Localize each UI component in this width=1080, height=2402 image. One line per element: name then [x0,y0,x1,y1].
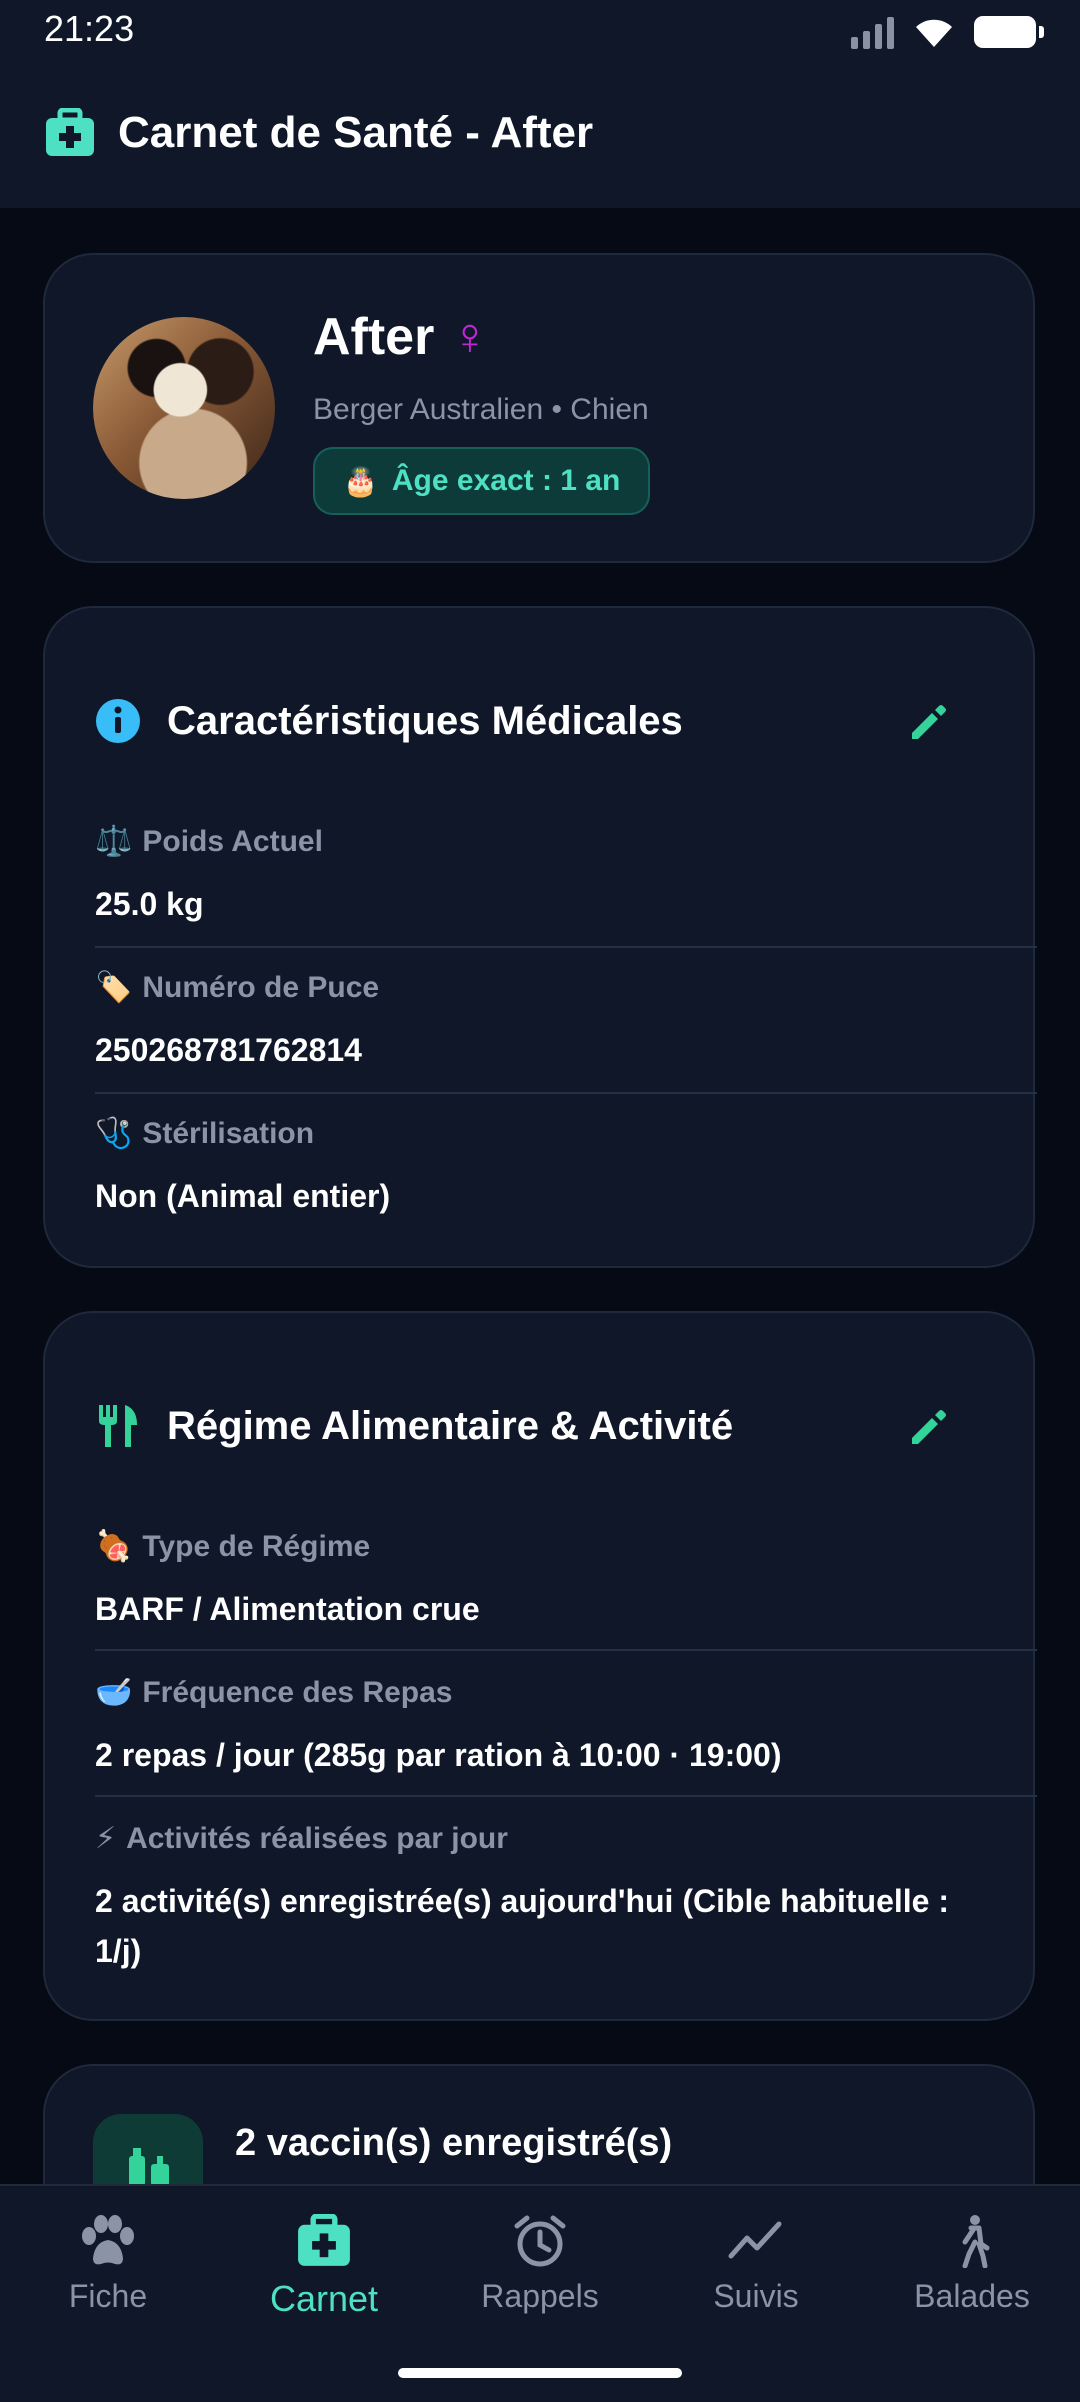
pencil-icon [912,1410,946,1444]
female-icon: ♀ [450,308,490,366]
status-icons [851,10,1044,54]
bowl-icon: 🥣 [95,1676,133,1709]
pet-name-row: After ♀ [313,307,489,367]
field-value: 250268781762814 [95,1032,362,1068]
nav-suivis[interactable]: Suivis [648,2214,864,2315]
field-value: Non (Animal entier) [95,1178,391,1214]
pet-name: After [313,308,435,366]
cake-icon: 🎂 [343,465,378,497]
age-badge: 🎂 Âge exact : 1 an [313,447,651,515]
divider [95,946,1037,948]
field-value: BARF / Alimentation crue [95,1591,480,1627]
stethoscope-icon: 🩺 [95,1117,133,1150]
edit-diet-button[interactable] [903,1403,953,1453]
pet-avatar [93,317,275,499]
nav-label: Rappels [481,2278,599,2314]
field-value: 25.0 kg [95,886,204,922]
field-meal-frequency: 🥣 Fréquence des Repas 2 repas / jour (28… [95,1675,987,1780]
field-sterilization: 🩺 Stérilisation Non (Animal entier) [95,1116,987,1221]
medical-title: Caractéristiques Médicales [167,698,683,743]
pencil-icon [912,705,946,739]
pet-breed: Berger Australien • Chien [313,393,649,426]
meat-icon: 🍖 [95,1530,133,1563]
field-value: 2 repas / jour (285g par ration à 10:00 … [95,1737,782,1773]
nav-label: Suivis [713,2278,799,2314]
app-title-row: Carnet de Santé - After [44,108,593,158]
nav-fiche[interactable]: Fiche [0,2214,216,2315]
divider [95,1649,1037,1651]
paw-icon [82,2215,134,2265]
lightning-icon: ⚡ [95,1822,117,1855]
vaccines-count: 2 vaccin(s) enregistré(s) [235,2122,673,2164]
field-label: Fréquence des Repas [142,1675,453,1709]
medical-header: Caractéristiques Médicales [95,698,683,744]
signal-icon [851,15,894,49]
field-label: Numéro de Puce [142,970,380,1004]
medical-kit-icon [298,2214,350,2266]
field-label: Stérilisation [142,1116,315,1150]
divider [95,1795,1037,1797]
field-diet-type: 🍖 Type de Régime BARF / Alimentation cru… [95,1529,987,1634]
divider [95,1092,1037,1094]
trend-line-icon [728,2221,782,2259]
status-time: 21:23 [44,8,135,49]
nav-label: Carnet [269,2278,379,2319]
medical-card: Caractéristiques Médicales ⚖️ Poids Actu… [43,606,1037,1268]
scale-icon: ⚖️ [95,825,133,858]
field-value: 2 activité(s) enregistrée(s) aujourd'hui… [95,1883,949,1969]
tag-icon: 🏷️ [95,971,133,1004]
info-icon [96,699,140,743]
alarm-clock-icon [514,2215,566,2267]
field-label: Poids Actuel [142,824,323,858]
nav-label: Fiche [68,2278,148,2314]
age-badge-label: Âge exact : 1 an [391,464,621,497]
medical-kit-icon [46,108,94,156]
wifi-icon [916,19,952,47]
field-label: Type de Régime [142,1529,371,1563]
fork-knife-icon [99,1405,137,1447]
diet-card: Régime Alimentaire & Activité 🍖 Type de … [43,1311,1037,2021]
field-label: Activités réalisées par jour [126,1821,508,1855]
walking-person-icon [962,2215,990,2268]
page-title: Carnet de Santé - After [118,108,594,157]
field-weight: ⚖️ Poids Actuel 25.0 kg [95,824,987,929]
nav-label: Balades [914,2278,1030,2314]
nav-balades[interactable]: Balades [864,2214,1080,2315]
app-bar: 21:23 Carnet de Santé - After [0,0,1080,208]
diet-header: Régime Alimentaire & Activité [95,1403,733,1449]
field-activities: ⚡ Activités réalisées par jour 2 activit… [95,1821,987,1976]
profile-card[interactable]: After ♀ Berger Australien • Chien 🎂 Âge … [43,253,1035,563]
field-chip: 🏷️ Numéro de Puce 250268781762814 [95,970,987,1075]
nav-carnet[interactable]: Carnet [216,2214,432,2320]
battery-icon [974,16,1044,48]
home-indicator[interactable] [398,2368,682,2378]
nav-rappels[interactable]: Rappels [432,2214,648,2315]
diet-title: Régime Alimentaire & Activité [167,1403,734,1448]
edit-medical-button[interactable] [903,698,953,748]
